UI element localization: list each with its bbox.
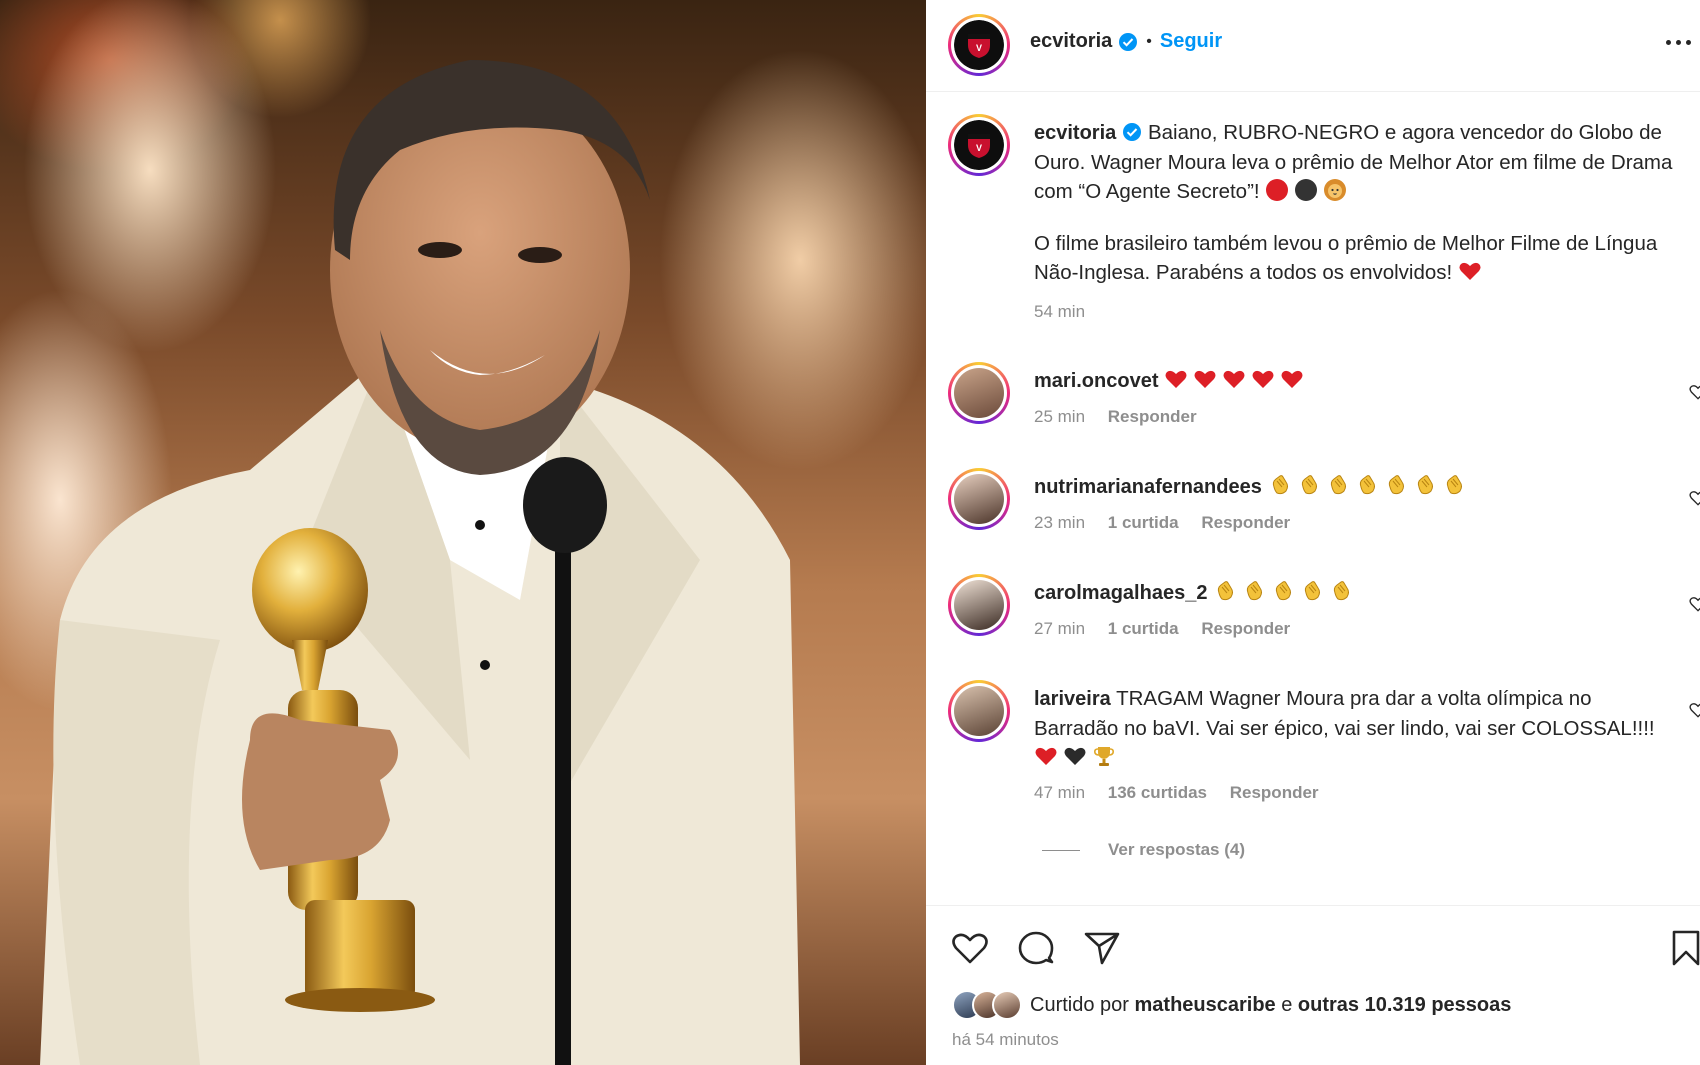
comment-emoji [1034,746,1121,769]
commenter-avatar[interactable] [948,362,1010,424]
comment-emoji [1213,581,1358,604]
reply-button[interactable]: Responder [1108,407,1197,426]
comment-like-heart-icon[interactable] [1688,488,1700,508]
likes-prefix: Curtido por [1030,993,1129,1016]
post-side-panel: V ecvitoria • Seguir V ecvitoria Baiano,… [926,0,1700,1065]
replies-divider [1042,849,1080,851]
comment-emoji [1268,475,1471,498]
view-replies-button[interactable]: Ver respostas (4) [1042,840,1245,860]
caption-time: 54 min [1034,302,1086,321]
clap-icon [1246,581,1263,601]
clap-icon [1330,475,1346,495]
red-heart-icon [1459,262,1481,280]
clap-icon [1333,581,1350,601]
view-replies-label: Ver respostas (4) [1108,840,1246,859]
more-options-icon[interactable] [1666,36,1698,48]
comment-like-heart-icon[interactable] [1688,382,1700,402]
comment-like-count[interactable]: 1 curtida [1108,513,1179,532]
verified-badge-icon [1119,32,1138,51]
red-heart-icon [1252,370,1274,388]
comment-time: 25 min [1034,407,1086,426]
save-bookmark-icon[interactable] [1666,928,1700,968]
like-heart-icon[interactable] [950,928,990,968]
comment-username[interactable]: mari.oncovet [1034,370,1158,392]
reply-button[interactable]: Responder [1230,783,1319,802]
comment-username[interactable]: carolmagalhaes_2 [1034,582,1207,604]
post-photo[interactable] [0,0,926,1065]
likes-summary[interactable]: Curtido por matheuscaribe e outras 10.31… [952,990,1511,1020]
svg-text:V: V [976,43,982,53]
clap-icon [1275,581,1292,601]
share-send-icon[interactable] [1082,928,1122,968]
liker-avatar [992,990,1022,1020]
photo-illustration [40,60,800,1065]
comment-username[interactable]: lariveira [1034,688,1111,710]
actions-divider [926,905,1700,906]
clap-icon [1388,475,1404,495]
caption-username[interactable]: ecvitoria [1034,122,1116,144]
trophy-icon [1094,747,1114,766]
clap-icon [1217,581,1234,601]
likes-others[interactable]: outras 10.319 pessoas [1298,994,1511,1017]
red-heart-icon [1165,370,1187,388]
lion-face-icon [1324,179,1347,201]
comment-like-heart-icon[interactable] [1688,700,1700,720]
comment-time: 47 min [1034,783,1086,802]
clap-icon [1301,475,1317,495]
header-separator: • [1146,32,1152,50]
red-heart-icon [1281,370,1303,388]
black-heart-icon [1064,747,1086,765]
author-username[interactable]: ecvitoria [1030,30,1112,53]
verified-badge-icon [1123,123,1142,141]
commenter-avatar[interactable] [948,468,1010,530]
reply-button[interactable]: Responder [1201,513,1290,532]
clap-icon [1272,475,1288,495]
comment-time: 27 min [1034,619,1086,638]
ecvitoria-crest-icon: V [954,20,1004,70]
clap-icon [1359,475,1375,495]
commenter-avatar[interactable] [948,574,1010,636]
likes-middle: e [1281,993,1293,1016]
ecvitoria-crest-icon: V [954,120,1004,170]
red-heart-icon [1223,370,1245,388]
likes-user[interactable]: matheuscaribe [1135,994,1276,1017]
clap-icon [1446,475,1462,495]
comment-like-count[interactable]: 136 curtidas [1108,783,1207,802]
commenter-avatar[interactable] [948,680,1010,742]
reply-button[interactable]: Responder [1201,619,1290,638]
comment-emoji [1164,369,1309,392]
comment-time: 23 min [1034,513,1086,532]
comment-bubble-icon[interactable] [1016,928,1056,968]
clap-icon [1304,581,1321,601]
comment-like-heart-icon[interactable] [1688,594,1700,614]
post-header: V ecvitoria • Seguir [926,0,1700,92]
caption-paragraph-2: O filme brasileiro também levou o prêmio… [1034,232,1658,284]
svg-text:V: V [976,143,982,153]
post-caption: ecvitoria Baiano, RUBRO-NEGRO e agora ve… [1034,118,1684,326]
follow-button[interactable]: Seguir [1160,30,1222,53]
clap-icon [1417,475,1433,495]
comment-username[interactable]: nutrimarianafernandees [1034,476,1262,498]
comment-text: TRAGAM Wagner Moura pra dar a volta olím… [1034,687,1655,740]
red-circle-icon [1266,179,1289,201]
post-timestamp: há 54 minutos [952,1030,1059,1049]
comment-like-count[interactable]: 1 curtida [1108,619,1179,638]
black-circle-icon [1295,179,1318,201]
caption-author-avatar[interactable]: V [948,114,1010,176]
red-heart-icon [1035,747,1057,765]
red-heart-icon [1194,370,1216,388]
author-avatar[interactable]: V [948,14,1010,76]
